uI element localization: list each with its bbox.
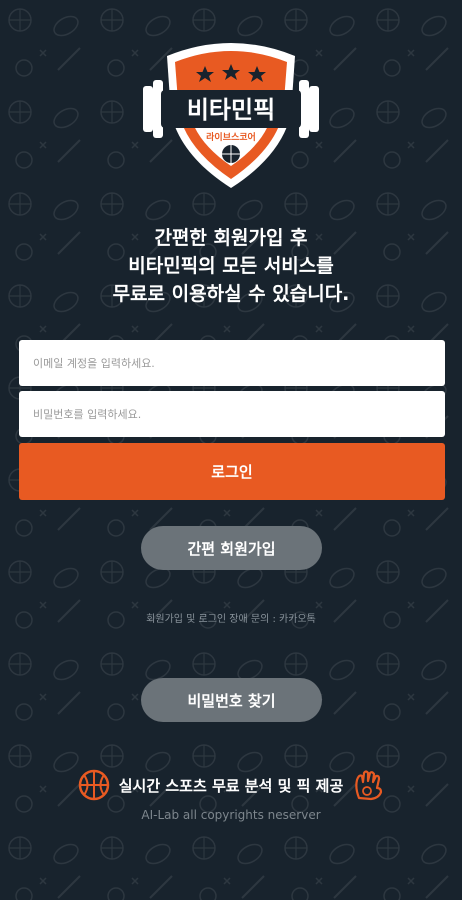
copyright-text: AI-Lab all copyrights neserver xyxy=(141,808,321,822)
login-button[interactable]: 로그인 xyxy=(19,443,445,500)
find-password-button[interactable]: 비밀번호 찾기 xyxy=(141,678,322,722)
headline-line-3: 무료로 이용하실 수 있습니다. xyxy=(112,283,350,305)
baseball-glove-icon xyxy=(355,770,383,801)
promo-text: 실시간 스포츠 무료 분석 및 픽 제공 xyxy=(118,776,344,795)
signup-button[interactable]: 간편 회원가입 xyxy=(141,526,322,570)
logo-title: 비타민픽 xyxy=(187,96,275,124)
password-input[interactable] xyxy=(19,391,445,437)
headline-line-1: 간편한 회원가입 후 xyxy=(154,227,308,249)
headline: 간편한 회원가입 후 비타민픽의 모든 서비스를 무료로 이용하실 수 있습니다… xyxy=(0,224,462,308)
promo-banner: 실시간 스포츠 무료 분석 및 픽 제공 xyxy=(0,768,462,802)
inquiry-text: 회원가입 및 로그인 장애 문의 : 카카오톡 xyxy=(146,614,316,625)
email-input[interactable] xyxy=(19,340,445,386)
headline-line-2: 비타민픽의 모든 서비스를 xyxy=(128,255,334,277)
basketball-icon xyxy=(78,769,109,801)
logo-subtitle: 라이브스코어 xyxy=(206,131,256,143)
vitaminpick-logo: 비타민픽 라이브스코어 xyxy=(143,43,319,188)
